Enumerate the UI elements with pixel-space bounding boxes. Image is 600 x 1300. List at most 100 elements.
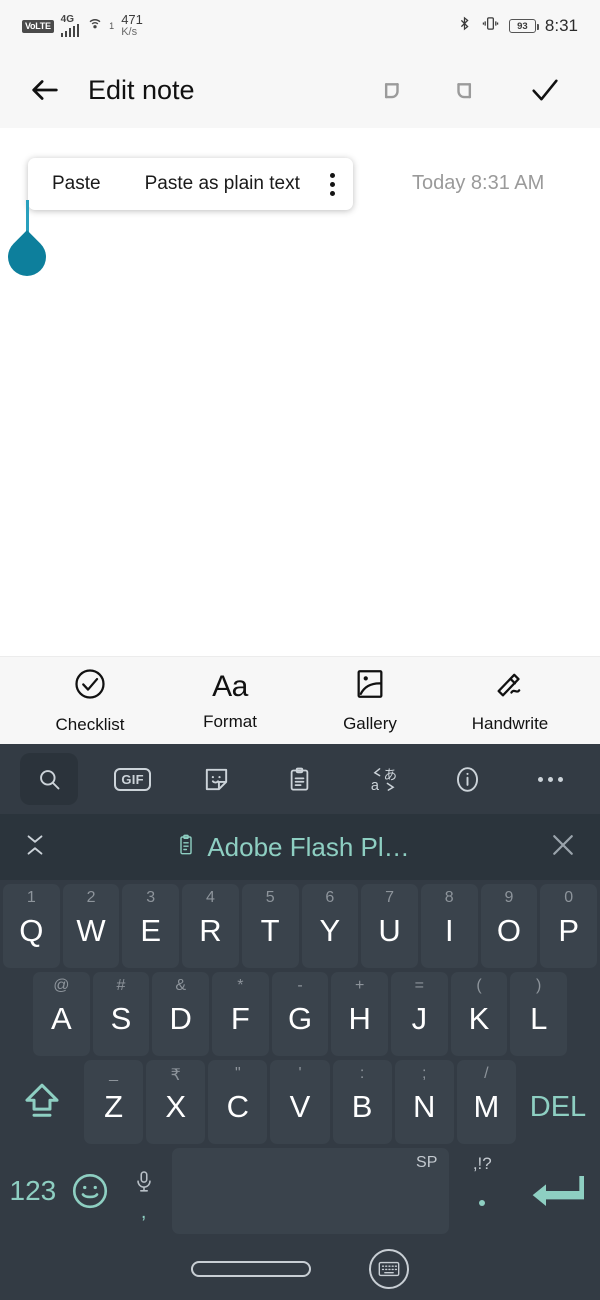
- key-hint: ': [298, 1065, 302, 1082]
- key-label: S: [110, 1001, 132, 1036]
- key-c[interactable]: " C: [208, 1060, 268, 1144]
- gif-icon[interactable]: GIF: [104, 753, 162, 805]
- key-hint: ;: [422, 1065, 427, 1082]
- handwrite-button[interactable]: Handwrite: [445, 667, 575, 734]
- key-label: Q: [19, 913, 44, 948]
- checkmark-icon[interactable]: [528, 73, 562, 107]
- gallery-label: Gallery: [343, 714, 397, 733]
- key-hint: 2: [86, 889, 96, 906]
- info-icon[interactable]: [438, 753, 496, 805]
- numeric-switch-key[interactable]: 123: [3, 1148, 63, 1234]
- key-label: G: [287, 1001, 313, 1036]
- navigation-bar: [0, 1238, 600, 1300]
- status-bar-clock: 8:31: [544, 16, 578, 35]
- key-hint: *: [237, 977, 244, 994]
- vibrate-icon: [481, 15, 500, 37]
- more-icon[interactable]: [522, 753, 580, 805]
- key-hint: 9: [504, 889, 514, 906]
- key-x[interactable]: ₹ X: [146, 1060, 206, 1144]
- key-label: C: [226, 1089, 250, 1124]
- key-hint: -: [297, 977, 303, 994]
- key-k[interactable]: (K: [450, 972, 508, 1056]
- key-v[interactable]: ' V: [270, 1060, 330, 1144]
- key-m[interactable]: / M: [456, 1060, 516, 1144]
- key-hint: #: [116, 977, 126, 994]
- key-o[interactable]: 9O: [480, 884, 538, 968]
- key-n[interactable]: ; N: [394, 1060, 454, 1144]
- numeric-switch-label: 123: [9, 1175, 57, 1206]
- key-hint: (: [476, 977, 482, 994]
- key-z[interactable]: _ Z: [84, 1060, 144, 1144]
- key-u[interactable]: 7U: [361, 884, 418, 968]
- battery-percent: 93: [517, 20, 528, 32]
- space-key[interactable]: SP: [172, 1148, 450, 1234]
- key-hint: :: [359, 1065, 365, 1082]
- emoji-smiley-icon[interactable]: [66, 1148, 115, 1234]
- key-s[interactable]: # S: [92, 972, 150, 1056]
- phone-screen: VoLTE 4G 1 471 K/s 93 8:31 Edit note Pas…: [0, 0, 600, 1300]
- network-speed-unit: K/s: [121, 26, 138, 38]
- key-e[interactable]: 3E: [122, 884, 180, 968]
- shift-caps-icon[interactable]: [3, 1060, 81, 1144]
- clipboard-icon: [176, 832, 196, 862]
- undo-icon[interactable]: [372, 73, 406, 107]
- enter-return-icon[interactable]: [515, 1148, 597, 1234]
- checklist-button[interactable]: Checklist: [25, 666, 155, 735]
- key-y[interactable]: 6Y: [301, 884, 359, 968]
- clipboard-suggestion[interactable]: Adobe Flash Pl…: [38, 832, 548, 863]
- key-label: D: [169, 1001, 192, 1036]
- key-b[interactable]: :B: [332, 1060, 392, 1144]
- key-f[interactable]: * F: [212, 972, 269, 1056]
- key-a[interactable]: @ A: [32, 972, 90, 1056]
- key-r[interactable]: 4R: [182, 884, 239, 968]
- key-hint: 8: [444, 889, 454, 906]
- key-hint: 1: [26, 889, 36, 906]
- paste-button[interactable]: Paste: [30, 173, 123, 195]
- key-hint: 4: [205, 889, 215, 906]
- key-i[interactable]: 8I: [420, 884, 478, 968]
- text-cursor-handle-icon[interactable]: [0, 230, 54, 284]
- key-t[interactable]: 5T: [241, 884, 299, 968]
- key-g[interactable]: -G: [271, 972, 329, 1056]
- translate-icon[interactable]: a あ: [355, 753, 413, 805]
- key-w[interactable]: 2W: [62, 884, 120, 968]
- key-label: O: [496, 913, 522, 948]
- keyboard-row-3: _ Z ₹ X " C ' V :B ; N / M DEL: [3, 1060, 597, 1144]
- keyboard-keys: 1Q 2W 3E 4R 5T 6Y 7U 8I 9O 0P @ A # S & D *…: [0, 880, 600, 1234]
- key-h[interactable]: + H: [331, 972, 389, 1056]
- delete-key[interactable]: DEL: [519, 1060, 597, 1144]
- key-l[interactable]: ) L: [510, 972, 568, 1056]
- key-hint: ): [536, 977, 542, 994]
- note-timestamp: Today 8:31 AM: [412, 172, 545, 194]
- search-icon[interactable]: [20, 753, 78, 805]
- key-label: W: [76, 913, 106, 948]
- key-q[interactable]: 1Q: [2, 884, 60, 968]
- note-editor-body[interactable]: Paste Paste as plain text Today 8:31 AM: [0, 128, 600, 656]
- svg-text:a: a: [371, 778, 380, 794]
- back-arrow-icon[interactable]: [28, 73, 62, 107]
- key-p[interactable]: 0P: [540, 884, 598, 968]
- format-button[interactable]: Aa Format: [165, 670, 295, 732]
- paste-as-plain-text-button[interactable]: Paste as plain text: [123, 173, 322, 195]
- signal-bars-icon: [60, 24, 80, 37]
- key-j[interactable]: = J: [391, 972, 448, 1056]
- close-icon[interactable]: [548, 830, 578, 865]
- clipboard-icon[interactable]: [271, 753, 329, 805]
- more-vertical-icon[interactable]: [322, 172, 353, 196]
- battery-icon: 93: [508, 19, 539, 33]
- period-key[interactable]: ,!?: [452, 1148, 512, 1234]
- handwrite-label: Handwrite: [471, 714, 549, 733]
- key-label: J: [411, 1001, 428, 1036]
- gallery-button[interactable]: Gallery: [305, 667, 435, 734]
- hotspot-icon: [86, 17, 104, 35]
- keyboard-row-2: @ A # S & D * F -G + H = J (K ) L: [3, 972, 597, 1056]
- hotspot-count: 1: [109, 21, 115, 31]
- hide-keyboard-icon[interactable]: [369, 1249, 409, 1289]
- home-pill-indicator[interactable]: [191, 1261, 311, 1277]
- redo-icon[interactable]: [450, 73, 484, 107]
- format-label: Format: [203, 711, 257, 731]
- key-d[interactable]: & D: [152, 972, 209, 1056]
- sticker-icon[interactable]: [187, 753, 245, 805]
- microphone-icon[interactable]: ,: [118, 1148, 170, 1234]
- key-label: A: [50, 1001, 72, 1036]
